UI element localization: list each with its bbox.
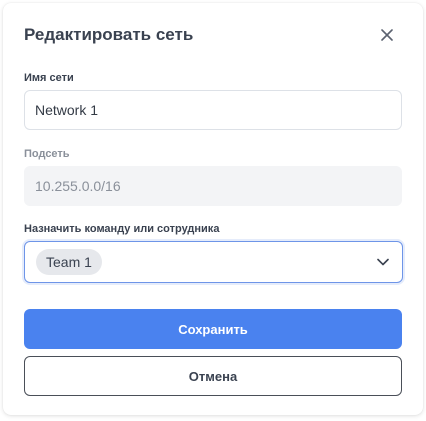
edit-network-dialog: Редактировать сеть Имя сети Подсеть Назн… bbox=[3, 3, 423, 415]
dialog-title: Редактировать сеть bbox=[24, 25, 194, 44]
cancel-button[interactable]: Отмена bbox=[24, 356, 402, 396]
assign-label: Назначить команду или сотрудника bbox=[24, 223, 220, 235]
close-icon bbox=[381, 29, 393, 41]
close-button[interactable] bbox=[377, 25, 397, 45]
save-button[interactable]: Сохранить bbox=[24, 309, 402, 349]
network-name-input[interactable] bbox=[24, 90, 402, 130]
subnet-input bbox=[24, 166, 402, 206]
selected-team-chip[interactable]: Team 1 bbox=[36, 249, 102, 275]
network-name-label: Имя сети bbox=[24, 72, 74, 84]
assign-select[interactable]: Team 1 bbox=[24, 241, 403, 283]
chevron-down-icon bbox=[377, 258, 389, 266]
subnet-label: Подсеть bbox=[24, 148, 70, 160]
